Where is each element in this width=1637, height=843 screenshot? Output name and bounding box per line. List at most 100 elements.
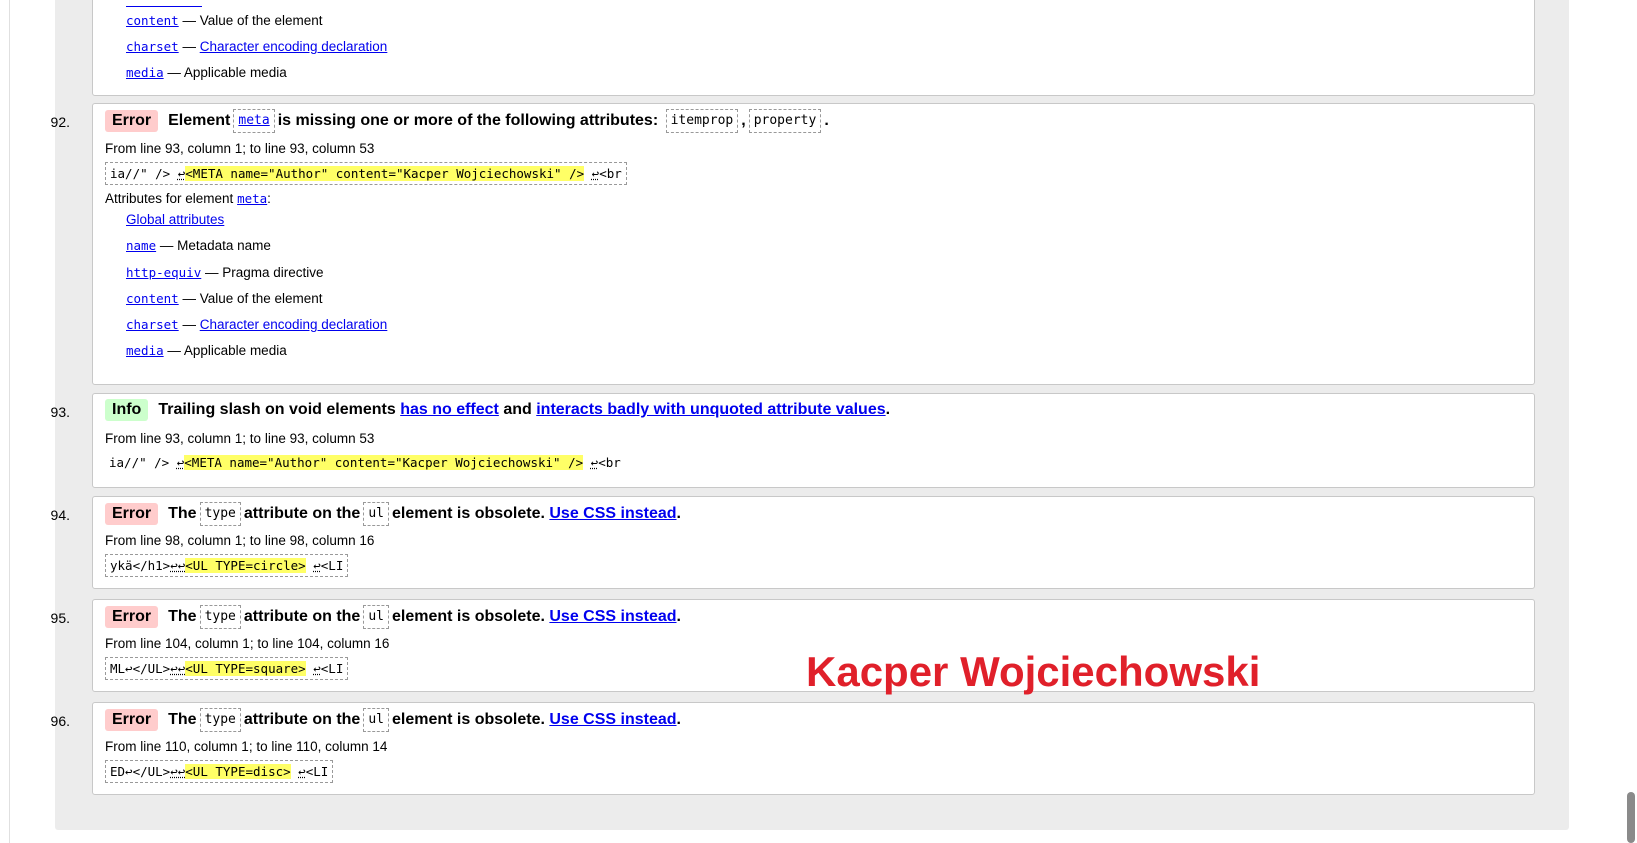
return-symbol: ↩ — [313, 661, 321, 676]
attr-link-content[interactable]: content — [126, 291, 179, 306]
attr-code-type: type — [199, 502, 241, 526]
charset-spec-link[interactable]: Character encoding declaration — [200, 39, 388, 54]
source-extract: ykä</h1>↩↩<UL TYPE=circle> ↩<LI — [105, 554, 349, 577]
headline-text: The — [168, 711, 197, 728]
message-96: Error The type attribute on the ul eleme… — [92, 702, 1535, 795]
attr-head-end: : — [267, 191, 271, 206]
scrollbar-thumb[interactable] — [1627, 792, 1635, 843]
message-93: Info Trailing slash on void elements has… — [92, 393, 1535, 488]
headline-text: attribute on the — [243, 505, 361, 522]
extract-highlight: <UL TYPE=square> — [185, 661, 306, 676]
attr-item-http-equiv: http-equiv — Pragma directive — [126, 265, 324, 280]
source-extract: ML↩</UL>↩↩<UL TYPE=square> ↩<LI — [105, 657, 349, 680]
use-css-instead-link[interactable]: Use CSS instead — [549, 711, 676, 729]
attr-item-charset: charset — Character encoding declaration — [126, 39, 387, 54]
message-headline: Error The type attribute on the ul eleme… — [105, 708, 681, 732]
source-extract: ia//" /> ↩<META name="Author" content="K… — [105, 162, 627, 185]
error-badge: Error — [105, 606, 159, 628]
source-extract: ED↩</UL>↩↩<UL TYPE=disc> ↩<LI — [105, 760, 334, 783]
extract-highlight: <UL TYPE=circle> — [185, 558, 306, 573]
extract-highlight: <UL TYPE=disc> — [185, 764, 291, 779]
attr-link-http-equiv[interactable]: http-equiv — [126, 265, 201, 280]
has-no-effect-link[interactable]: has no effect — [400, 401, 499, 419]
attr-item-name: name — Metadata name — [126, 238, 271, 253]
attr-link-media[interactable]: media — [126, 65, 164, 80]
attr-link-charset[interactable]: charset — [126, 39, 179, 54]
headline-text: Element — [168, 112, 231, 129]
location-text: From line 104, column 1; to line 104, co… — [105, 636, 390, 651]
location-text: From line 93, column 1; to line 93, colu… — [105, 431, 375, 446]
extract-pre: ykä</h1> — [110, 558, 171, 573]
headline-text: Trailing slash on void elements — [158, 401, 396, 418]
headline-text: is missing one or more of the following … — [277, 112, 659, 129]
attr-desc: — Applicable media — [163, 343, 287, 358]
attr-link-content[interactable]: content — [126, 13, 179, 28]
period: . — [676, 711, 681, 728]
charset-spec-link[interactable]: Character encoding declaration — [200, 317, 388, 332]
headline-text: attribute on the — [243, 608, 361, 625]
period: . — [676, 505, 681, 522]
extract-pre: ia//" /> — [110, 166, 178, 181]
message-number: 94. — [50, 507, 70, 523]
message-number: 93. — [50, 404, 70, 420]
separator: , — [741, 112, 746, 129]
message-91: content — Value of the element charset —… — [92, 0, 1535, 96]
headline-text: The — [168, 608, 197, 625]
element-code: meta — [233, 109, 275, 133]
return-symbol: ↩↩ — [170, 661, 186, 676]
extract-post: <br — [598, 455, 621, 470]
unquoted-attributes-link[interactable]: interacts badly with unquoted attribute … — [536, 401, 885, 419]
extract-post: <LI — [305, 764, 329, 779]
extract-highlight: <META name="Author" content="Kacper Wojc… — [184, 455, 584, 470]
extract-pre: ED↩</UL> — [110, 764, 171, 779]
headline-text: attribute on the — [243, 711, 361, 728]
extract-post: <LI — [320, 558, 344, 573]
headline-text: The — [168, 505, 197, 522]
global-attributes-link[interactable]: Global attributes — [126, 212, 224, 227]
attr-code-type: type — [199, 708, 241, 732]
attr-link-charset[interactable]: charset — [126, 317, 179, 332]
attr-item-charset: charset — Character encoding declaration — [126, 317, 387, 332]
attr-desc: — Value of the element — [178, 291, 323, 306]
element-code-ul: ul — [363, 502, 389, 526]
attr-link-name[interactable]: name — [126, 238, 156, 253]
attr-desc: — — [178, 39, 200, 54]
message-number: 95. — [50, 610, 70, 626]
error-badge: Error — [105, 709, 159, 731]
author-watermark: Kacper Wojciechowski — [806, 648, 1261, 695]
use-css-instead-link[interactable]: Use CSS instead — [549, 505, 676, 523]
return-symbol: ↩ — [298, 764, 306, 779]
source-extract: ia//" /> ↩<META name="Author" content="K… — [105, 452, 625, 473]
info-badge: Info — [105, 399, 149, 421]
message-number: 96. — [50, 713, 70, 729]
headline-text: element is obsolete. — [391, 505, 545, 522]
return-symbol: ↩↩ — [170, 764, 186, 779]
extract-pre: ML↩</UL> — [110, 661, 171, 676]
headline-text: element is obsolete. — [391, 711, 545, 728]
meta-element-link[interactable]: meta — [238, 113, 269, 128]
message-headline: Error Element meta is missing one or mor… — [105, 109, 829, 133]
return-symbol: ↩↩ — [170, 558, 186, 573]
message-headline: Error The type attribute on the ul eleme… — [105, 502, 681, 526]
message-number: 92. — [50, 114, 70, 130]
attributes-heading: Attributes for element meta: — [105, 191, 271, 206]
attr-desc: — Applicable media — [163, 65, 287, 80]
period: . — [824, 112, 829, 129]
location-text: From line 110, column 1; to line 110, co… — [105, 739, 388, 754]
attr-desc: — Value of the element — [178, 13, 323, 28]
attr-code-property: property — [748, 109, 822, 133]
message-92: Error Element meta is missing one or mor… — [92, 103, 1535, 385]
attr-code-itemprop: itemprop — [665, 109, 739, 133]
element-code-ul: ul — [363, 605, 389, 629]
attr-link-media[interactable]: media — [126, 343, 164, 358]
meta-element-link[interactable]: meta — [237, 191, 267, 206]
attr-item-content: content — Value of the element — [126, 291, 323, 306]
extract-post: <br — [599, 166, 622, 181]
attr-head-text: Attributes for element — [105, 191, 238, 206]
headline-text: element is obsolete. — [391, 608, 545, 625]
attr-desc: — — [178, 317, 200, 332]
page-left-border — [9, 0, 10, 843]
use-css-instead-link[interactable]: Use CSS instead — [549, 608, 676, 626]
attr-item-content: content — Value of the element — [126, 13, 323, 28]
vertical-scrollbar[interactable] — [1622, 0, 1637, 843]
